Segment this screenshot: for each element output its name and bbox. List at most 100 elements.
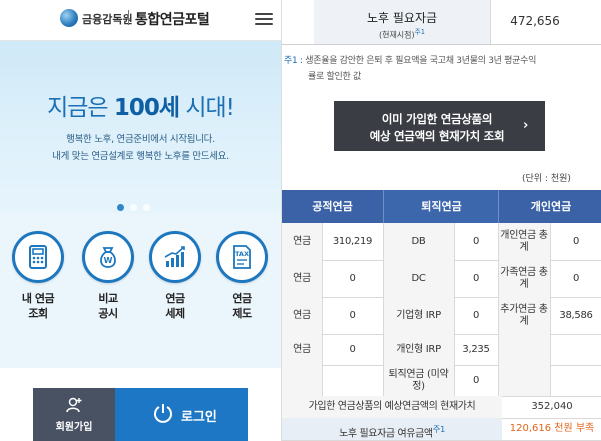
table-divider [550,365,551,396]
table-cell-retire-value: 0 [472,374,480,386]
shortfall-label: 노후 필요자금 여유금액주1 [282,418,502,440]
header-retirement: 퇴직연금 [383,190,499,223]
table-divider [454,260,455,297]
login-button[interactable]: 로그인 [115,388,248,441]
table-cell-retire-label: DC [383,260,454,297]
table-divider [550,223,551,260]
join-button[interactable]: 회원가입 [33,388,115,441]
service-label: 내 연금 조회 [21,292,55,320]
present-value-query-button[interactable]: 이미 가입한 연금상품의 예상 연금액의 현재가치 조회 › [334,101,545,151]
table-divider [454,297,455,334]
table-cell-retire-label: DB [383,223,454,260]
portal-title[interactable]: 통합연금포털 [135,9,210,29]
table-divider [550,260,551,297]
hamburger-menu-icon[interactable] [255,10,273,28]
carousel-dot[interactable] [117,204,124,211]
logo-divider [128,10,129,25]
hero-subtitle-1: 행복한 노후, 연금준비에서 시작됩니다. [66,134,215,145]
pension-result-panel: 노후 필요자금 (현재시점)주1 472,656 주1 : 생존율을 감안한 은… [281,0,601,441]
table-cell-retire-label: 퇴직연금 (미약정) [383,365,454,396]
shortfall-value: 120,616 천원 부족 [509,423,595,434]
money-bag-icon: W [82,231,134,283]
table-cell-retire-value: 0 [472,309,480,321]
service-label: 연금 제도 [232,292,252,320]
table-cell-public-value: 0 [349,343,356,355]
service-pension-tax[interactable]: 연금 세제 [143,231,207,321]
retirement-need-row: 노후 필요자금 (현재시점)주1 472,656 [282,0,601,45]
table-cell-personal-label [498,334,550,365]
service-comparison[interactable]: W 비교 공시 [76,231,140,321]
table-cell-public-value: 310,219 [332,235,373,247]
add-user-icon [66,397,82,413]
table-divider [454,223,455,260]
table-divider [383,223,384,260]
table-divider [322,365,323,396]
hero-subtitle-2: 내게 맞는 연금설계로 행복한 노후를 만드세요. [52,151,229,162]
auth-bar: 회원가입 로그인 [33,388,248,441]
table-divider [322,260,323,297]
table-cell-retire-value: 0 [472,272,480,284]
table-cell-public-label: 연금 [282,223,322,260]
app-header: 금융감독원 통합연금포털 [0,0,281,41]
table-row: 퇴직연금 (미약정) 0 [282,365,601,397]
tax-document-icon: TAX [216,231,268,283]
retirement-need-value: 472,656 [510,14,560,28]
table-cell-retire-value: 0 [472,235,480,247]
org-name: 금융감독원 [82,13,133,26]
table-row: 연금 0 DC 0 가족연금 총계 0 [282,260,601,298]
table-cell-retire-value: 3,235 [462,343,490,355]
table-divider [322,297,323,334]
table-divider [550,334,551,365]
calculator-icon [12,231,64,283]
table-cell-public-value: 0 [349,272,356,284]
retirement-need-label: 노후 필요자금 (현재시점)주1 [314,0,491,44]
table-divider [383,297,384,334]
table-divider [498,365,499,396]
table-divider [383,365,384,396]
mobile-home-panel: 금융감독원 통합연금포털 지금은 100세 시대! 행복한 노후, 연금준비에서… [0,0,281,441]
table-cell-public-label: 연금 [282,334,322,365]
footnote: 주1 : 생존율을 감안한 은퇴 후 필요액을 국고채 3년물의 3년 평균수익… [284,56,537,82]
fss-logo-icon [60,9,78,27]
table-row: 연금 0 기업형 IRP 0 추가연금 총계 38,586 [282,297,601,335]
growth-chart-icon [149,231,201,283]
table-cell-public-label: 연금 [282,260,322,297]
hero-title: 지금은 100세 시대! [0,88,281,122]
shortfall-row: 노후 필요자금 여유금액주1 120,616 천원 부족 [282,418,601,441]
table-cell-public-value: 0 [349,309,356,321]
table-divider [498,260,499,297]
service-shortcuts: 내 연금 조회 W 비교 공시 연금 세제 TAX 연금 제도 [0,213,281,368]
table-cell-public-value [322,365,383,396]
table-cell-personal-value: 0 [572,235,580,247]
hero-title-prefix: 지금은 [47,95,108,121]
table-row: 연금 310,219 DB 0 개인연금 총계 0 [282,223,601,261]
table-cell-retire-label: 기업형 IRP [383,297,454,334]
service-my-pension[interactable]: 내 연금 조회 [6,231,70,321]
table-cell-public-label: 연금 [282,297,322,334]
hero-title-suffix: 시대! [185,95,235,121]
header-personal: 개인연금 [498,190,601,223]
table-cell-personal-label: 개인연금 총계 [498,223,550,260]
carousel-dot[interactable] [130,204,137,211]
table-divider [550,297,551,334]
hero-title-emphasis: 100세 [113,95,180,121]
table-divider [322,334,323,365]
service-label: 비교 공시 [98,292,118,320]
table-cell-personal-label: 추가연금 총계 [498,297,550,334]
unit-label: (단위 : 천원) [522,174,571,184]
service-label: 연금 세제 [165,292,185,320]
svg-text:TAX: TAX [235,250,249,258]
total-label: 가입한 연금상품의 예상연금액의 현재가치 [282,396,502,418]
table-divider [383,260,384,297]
table-cell-personal-value: 38,586 [559,309,593,321]
carousel-dot[interactable] [143,204,150,211]
chevron-right-icon: › [523,118,529,133]
table-divider [454,334,455,365]
svg-text:W: W [104,256,113,265]
table-divider [322,223,323,260]
table-divider [454,365,455,396]
service-pension-system[interactable]: TAX 연금 제도 [210,231,274,321]
table-cell-personal-label: 가족연금 총계 [498,260,550,297]
table-header: 공적연금 퇴직연금 개인연금 [282,190,601,223]
header-public: 공적연금 [282,190,383,223]
